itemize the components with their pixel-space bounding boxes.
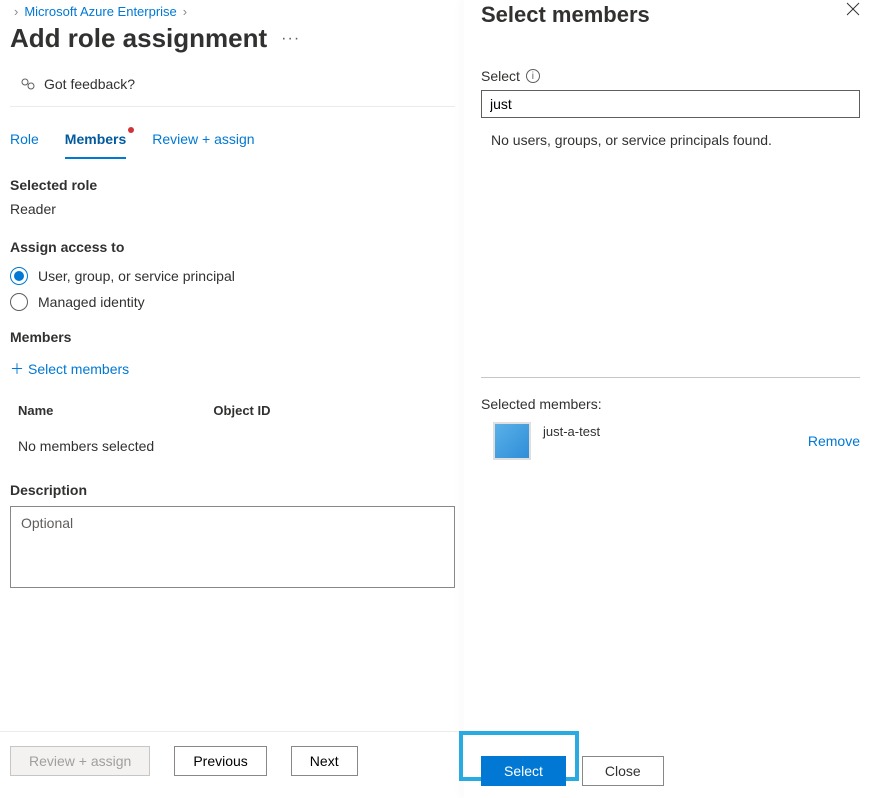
select-field-label-row: Select i <box>481 28 860 84</box>
selected-members-label: Selected members: <box>481 378 860 412</box>
close-button[interactable]: Close <box>582 756 664 786</box>
main-content: › Microsoft Azure Enterprise › Add role … <box>0 0 465 798</box>
plus-icon: ＋ <box>10 359 24 379</box>
next-button[interactable]: Next <box>291 746 358 776</box>
no-results-message: No users, groups, or service principals … <box>491 132 772 148</box>
info-icon[interactable]: i <box>526 69 540 83</box>
member-name: just-a-test <box>543 422 796 439</box>
page-title-row: Add role assignment ··· <box>10 21 455 62</box>
panel-buttons: Select Close <box>465 756 876 786</box>
breadcrumb: › Microsoft Azure Enterprise › <box>10 0 455 21</box>
assign-access-section: Assign access to User, group, or service… <box>10 221 455 311</box>
search-results: No users, groups, or service principals … <box>481 118 860 378</box>
select-search-input[interactable] <box>481 90 860 118</box>
selected-role-section: Selected role Reader <box>10 159 455 221</box>
chevron-right-icon: › <box>183 4 187 19</box>
attention-dot-icon <box>128 127 134 133</box>
panel-title: Select members <box>481 2 650 28</box>
select-field-label: Select <box>481 68 520 84</box>
radio-label: User, group, or service principal <box>38 268 235 284</box>
tabs: Role Members Review + assign <box>10 107 455 159</box>
select-members-link-label: Select members <box>28 361 129 377</box>
page-title: Add role assignment <box>10 23 267 54</box>
tab-members-label: Members <box>65 131 126 147</box>
feedback-label: Got feedback? <box>44 76 135 92</box>
radio-icon <box>10 293 28 311</box>
assign-access-label: Assign access to <box>10 239 455 263</box>
radio-label: Managed identity <box>38 294 145 310</box>
breadcrumb-item[interactable]: Microsoft Azure Enterprise <box>24 4 176 19</box>
previous-button[interactable]: Previous <box>174 746 266 776</box>
select-members-panel: Select members Select i No users, groups… <box>465 0 876 798</box>
feedback-icon <box>20 76 36 92</box>
selected-role-label: Selected role <box>10 177 455 201</box>
col-name: Name <box>18 403 53 418</box>
description-label: Description <box>10 482 455 506</box>
panel-header: Select members <box>481 0 860 28</box>
table-header: Name Object ID <box>10 393 455 428</box>
radio-icon <box>10 267 28 285</box>
col-object-id: Object ID <box>213 403 270 418</box>
tab-members[interactable]: Members <box>65 125 126 159</box>
remove-member-link[interactable]: Remove <box>808 433 860 449</box>
radio-user-group[interactable]: User, group, or service principal <box>10 267 455 285</box>
feedback-link[interactable]: Got feedback? <box>10 62 455 107</box>
tab-review-assign[interactable]: Review + assign <box>152 125 254 159</box>
select-button[interactable]: Select <box>481 756 566 786</box>
selected-role-value: Reader <box>10 201 455 221</box>
members-section: Members ＋ Select members Name Object ID … <box>10 311 455 464</box>
tab-role[interactable]: Role <box>10 125 39 159</box>
description-section: Description <box>10 482 455 591</box>
selected-member-row: just-a-test Remove <box>481 412 860 460</box>
members-table: Name Object ID No members selected <box>10 393 455 464</box>
assign-access-radio-group: User, group, or service principal Manage… <box>10 263 455 311</box>
chevron-right-icon: › <box>14 4 18 19</box>
member-thumbnail-icon <box>493 422 531 460</box>
table-empty: No members selected <box>10 428 455 464</box>
select-members-link[interactable]: ＋ Select members <box>10 353 455 379</box>
main-footer: Review + assign Previous Next <box>0 731 465 798</box>
panel-footer: Select Close <box>465 756 876 798</box>
radio-managed-identity[interactable]: Managed identity <box>10 293 455 311</box>
members-label: Members <box>10 329 455 353</box>
more-actions-icon[interactable]: ··· <box>281 30 300 48</box>
close-icon[interactable] <box>846 2 860 16</box>
description-input[interactable] <box>10 506 455 588</box>
review-assign-button[interactable]: Review + assign <box>10 746 150 776</box>
